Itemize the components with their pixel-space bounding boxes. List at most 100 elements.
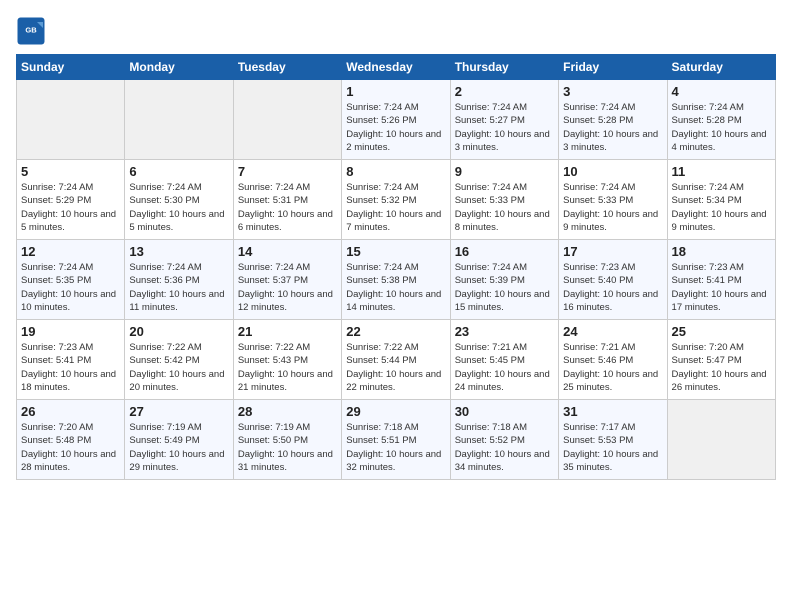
weekday-header-tuesday: Tuesday <box>233 55 341 80</box>
day-number: 20 <box>129 324 228 339</box>
logo: GB <box>16 16 50 46</box>
calendar-cell: 13 Sunrise: 7:24 AMSunset: 5:36 PMDayligh… <box>125 240 233 320</box>
day-info: Sunrise: 7:24 AMSunset: 5:38 PMDaylight:… <box>346 261 445 314</box>
calendar-cell: 18 Sunrise: 7:23 AMSunset: 5:41 PMDayligh… <box>667 240 775 320</box>
calendar-cell: 4 Sunrise: 7:24 AMSunset: 5:28 PMDaylight… <box>667 80 775 160</box>
week-row-5: 26 Sunrise: 7:20 AMSunset: 5:48 PMDayligh… <box>17 400 776 480</box>
weekday-header-thursday: Thursday <box>450 55 558 80</box>
day-number: 23 <box>455 324 554 339</box>
weekday-header-saturday: Saturday <box>667 55 775 80</box>
calendar-cell: 22Sunrise: 7:22 AMSunset: 5:44 PMDayligh… <box>342 320 450 400</box>
day-number: 17 <box>563 244 662 259</box>
calendar-cell: 27 Sunrise: 7:19 AMSunset: 5:49 PMDayligh… <box>125 400 233 480</box>
day-number: 19 <box>21 324 120 339</box>
svg-text:GB: GB <box>25 26 37 35</box>
day-number: 6 <box>129 164 228 179</box>
day-number: 15 <box>346 244 445 259</box>
day-info: Sunrise: 7:20 AMSunset: 5:48 PMDaylight:… <box>21 421 120 474</box>
day-info: Sunrise: 7:21 AMSunset: 5:46 PMDaylight:… <box>563 341 662 394</box>
calendar-cell: 31 Sunrise: 7:17 AMSunset: 5:53 PMDayligh… <box>559 400 667 480</box>
day-info: Sunrise: 7:24 AMSunset: 5:35 PMDaylight:… <box>21 261 120 314</box>
day-info: Sunrise: 7:24 AMSunset: 5:32 PMDaylight:… <box>346 181 445 234</box>
week-row-3: 12 Sunrise: 7:24 AMSunset: 5:35 PMDayligh… <box>17 240 776 320</box>
calendar-cell: 11 Sunrise: 7:24 AMSunset: 5:34 PMDayligh… <box>667 160 775 240</box>
day-info: Sunrise: 7:23 AMSunset: 5:40 PMDaylight:… <box>563 261 662 314</box>
day-number: 21 <box>238 324 337 339</box>
day-info: Sunrise: 7:24 AMSunset: 5:37 PMDaylight:… <box>238 261 337 314</box>
day-info: Sunrise: 7:18 AMSunset: 5:52 PMDaylight:… <box>455 421 554 474</box>
calendar-cell: 14Sunrise: 7:24 AMSunset: 5:37 PMDayligh… <box>233 240 341 320</box>
calendar-cell <box>667 400 775 480</box>
day-info: Sunrise: 7:23 AMSunset: 5:41 PMDaylight:… <box>672 261 771 314</box>
day-number: 1 <box>346 84 445 99</box>
calendar-cell: 16Sunrise: 7:24 AMSunset: 5:39 PMDayligh… <box>450 240 558 320</box>
day-number: 8 <box>346 164 445 179</box>
day-info: Sunrise: 7:24 AMSunset: 5:27 PMDaylight:… <box>455 101 554 154</box>
calendar-cell: 30 Sunrise: 7:18 AMSunset: 5:52 PMDayligh… <box>450 400 558 480</box>
day-info: Sunrise: 7:24 AMSunset: 5:28 PMDaylight:… <box>563 101 662 154</box>
day-number: 18 <box>672 244 771 259</box>
day-info: Sunrise: 7:22 AMSunset: 5:43 PMDaylight:… <box>238 341 337 394</box>
day-info: Sunrise: 7:24 AMSunset: 5:36 PMDaylight:… <box>129 261 228 314</box>
calendar-cell: 2 Sunrise: 7:24 AMSunset: 5:27 PMDaylight… <box>450 80 558 160</box>
day-number: 27 <box>129 404 228 419</box>
week-row-1: 1 Sunrise: 7:24 AMSunset: 5:26 PMDaylight… <box>17 80 776 160</box>
day-number: 29 <box>346 404 445 419</box>
calendar-cell: 29 Sunrise: 7:18 AMSunset: 5:51 PMDayligh… <box>342 400 450 480</box>
header: GB <box>16 16 776 46</box>
day-number: 12 <box>21 244 120 259</box>
logo-icon: GB <box>16 16 46 46</box>
weekday-header-sunday: Sunday <box>17 55 125 80</box>
day-info: Sunrise: 7:23 AMSunset: 5:41 PMDaylight:… <box>21 341 120 394</box>
calendar-table: SundayMondayTuesdayWednesdayThursdayFrid… <box>16 54 776 480</box>
calendar-cell: 20 Sunrise: 7:22 AMSunset: 5:42 PMDayligh… <box>125 320 233 400</box>
day-info: Sunrise: 7:24 AMSunset: 5:34 PMDaylight:… <box>672 181 771 234</box>
calendar-cell: 9 Sunrise: 7:24 AMSunset: 5:33 PMDaylight… <box>450 160 558 240</box>
day-info: Sunrise: 7:24 AMSunset: 5:33 PMDaylight:… <box>455 181 554 234</box>
day-number: 30 <box>455 404 554 419</box>
calendar-cell: 26 Sunrise: 7:20 AMSunset: 5:48 PMDayligh… <box>17 400 125 480</box>
day-number: 26 <box>21 404 120 419</box>
calendar-cell: 7Sunrise: 7:24 AMSunset: 5:31 PMDaylight… <box>233 160 341 240</box>
day-number: 16 <box>455 244 554 259</box>
calendar-cell: 28Sunrise: 7:19 AMSunset: 5:50 PMDayligh… <box>233 400 341 480</box>
day-number: 31 <box>563 404 662 419</box>
day-info: Sunrise: 7:18 AMSunset: 5:51 PMDaylight:… <box>346 421 445 474</box>
day-info: Sunrise: 7:21 AMSunset: 5:45 PMDaylight:… <box>455 341 554 394</box>
day-info: Sunrise: 7:19 AMSunset: 5:49 PMDaylight:… <box>129 421 228 474</box>
day-number: 2 <box>455 84 554 99</box>
calendar-cell <box>17 80 125 160</box>
header-row: SundayMondayTuesdayWednesdayThursdayFrid… <box>17 55 776 80</box>
calendar-cell: 3 Sunrise: 7:24 AMSunset: 5:28 PMDaylight… <box>559 80 667 160</box>
day-info: Sunrise: 7:22 AMSunset: 5:44 PMDaylight:… <box>346 341 445 394</box>
calendar-cell: 8 Sunrise: 7:24 AMSunset: 5:32 PMDaylight… <box>342 160 450 240</box>
day-number: 5 <box>21 164 120 179</box>
day-info: Sunrise: 7:20 AMSunset: 5:47 PMDaylight:… <box>672 341 771 394</box>
day-number: 9 <box>455 164 554 179</box>
week-row-4: 19 Sunrise: 7:23 AMSunset: 5:41 PMDayligh… <box>17 320 776 400</box>
day-info: Sunrise: 7:24 AMSunset: 5:30 PMDaylight:… <box>129 181 228 234</box>
day-number: 4 <box>672 84 771 99</box>
day-info: Sunrise: 7:24 AMSunset: 5:31 PMDaylight:… <box>238 181 337 234</box>
day-number: 10 <box>563 164 662 179</box>
week-row-2: 5 Sunrise: 7:24 AMSunset: 5:29 PMDaylight… <box>17 160 776 240</box>
calendar-body: 1 Sunrise: 7:24 AMSunset: 5:26 PMDaylight… <box>17 80 776 480</box>
day-number: 24 <box>563 324 662 339</box>
day-info: Sunrise: 7:24 AMSunset: 5:26 PMDaylight:… <box>346 101 445 154</box>
day-number: 3 <box>563 84 662 99</box>
calendar-cell: 12 Sunrise: 7:24 AMSunset: 5:35 PMDayligh… <box>17 240 125 320</box>
calendar-cell: 5 Sunrise: 7:24 AMSunset: 5:29 PMDaylight… <box>17 160 125 240</box>
day-info: Sunrise: 7:24 AMSunset: 5:29 PMDaylight:… <box>21 181 120 234</box>
day-number: 13 <box>129 244 228 259</box>
weekday-header-monday: Monday <box>125 55 233 80</box>
day-info: Sunrise: 7:19 AMSunset: 5:50 PMDaylight:… <box>238 421 337 474</box>
day-info: Sunrise: 7:24 AMSunset: 5:33 PMDaylight:… <box>563 181 662 234</box>
calendar-cell: 19 Sunrise: 7:23 AMSunset: 5:41 PMDayligh… <box>17 320 125 400</box>
day-number: 11 <box>672 164 771 179</box>
day-info: Sunrise: 7:22 AMSunset: 5:42 PMDaylight:… <box>129 341 228 394</box>
calendar-cell <box>233 80 341 160</box>
weekday-header-friday: Friday <box>559 55 667 80</box>
day-info: Sunrise: 7:24 AMSunset: 5:28 PMDaylight:… <box>672 101 771 154</box>
calendar-cell: 6 Sunrise: 7:24 AMSunset: 5:30 PMDaylight… <box>125 160 233 240</box>
day-info: Sunrise: 7:17 AMSunset: 5:53 PMDaylight:… <box>563 421 662 474</box>
